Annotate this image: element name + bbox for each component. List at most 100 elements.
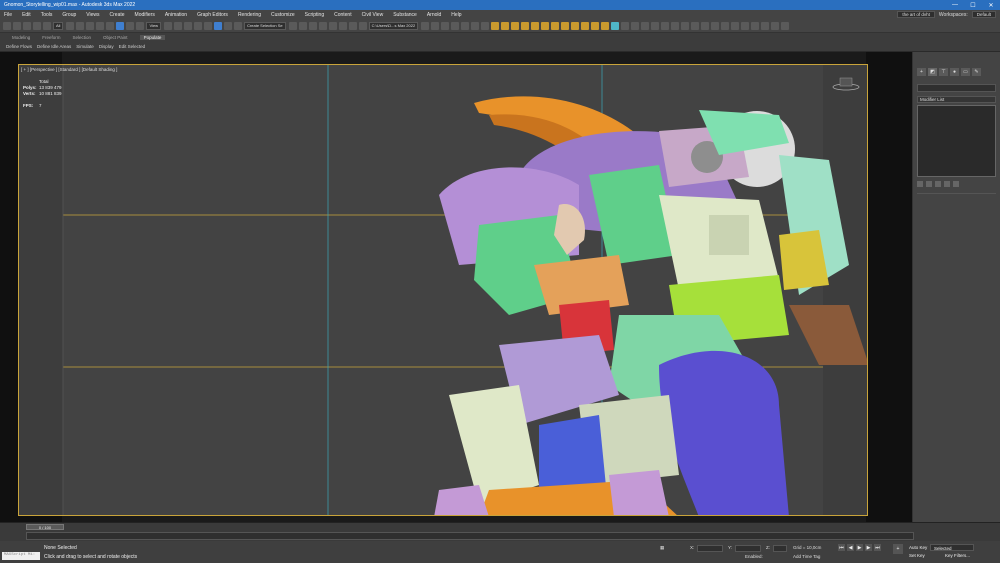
tube-icon[interactable] bbox=[711, 21, 720, 30]
environment-icon[interactable] bbox=[471, 21, 480, 30]
go-to-start-icon[interactable]: ⏮ bbox=[838, 544, 845, 551]
create-tab-icon[interactable]: + bbox=[917, 68, 926, 76]
play-icon[interactable]: ▶ bbox=[856, 544, 863, 551]
selection-filter-dropdown[interactable]: All bbox=[53, 21, 64, 30]
arnold-render-icon[interactable] bbox=[481, 21, 490, 30]
menu-modifiers[interactable]: Modifiers bbox=[135, 12, 155, 18]
workspace-dropdown[interactable]: Default bbox=[971, 11, 996, 18]
motion-tab-icon[interactable]: ● bbox=[950, 68, 959, 76]
render-iterative-icon[interactable] bbox=[451, 21, 460, 30]
plane-icon[interactable] bbox=[671, 21, 680, 30]
tab-freeform[interactable]: Freeform bbox=[42, 35, 60, 40]
region-select-icon[interactable] bbox=[86, 21, 95, 30]
viewport-label[interactable]: [ + ] [Perspective ] [Standard ] [Defaul… bbox=[21, 67, 117, 72]
skylight-icon[interactable] bbox=[591, 21, 600, 30]
layer-explorer-icon[interactable] bbox=[308, 21, 317, 30]
ribbon-edit-selected[interactable]: Edit Selected bbox=[119, 44, 146, 49]
area-light-icon[interactable] bbox=[541, 21, 550, 30]
angle-snap-icon[interactable] bbox=[204, 21, 213, 30]
sphere-icon[interactable] bbox=[641, 21, 650, 30]
menu-file[interactable]: File bbox=[4, 12, 12, 18]
menu-create[interactable]: Create bbox=[110, 12, 125, 18]
tab-object-paint[interactable]: Object Paint bbox=[103, 35, 128, 40]
remove-modifier-icon[interactable] bbox=[944, 181, 950, 187]
omni-light-icon[interactable] bbox=[561, 21, 570, 30]
menu-animation[interactable]: Animation bbox=[165, 12, 187, 18]
box-icon[interactable] bbox=[651, 21, 660, 30]
move-icon[interactable] bbox=[106, 21, 115, 30]
physical-camera-icon[interactable] bbox=[621, 21, 630, 30]
key-filters-button[interactable]: Key Filters... bbox=[942, 552, 973, 559]
menu-civil-view[interactable]: Civil View bbox=[362, 12, 384, 18]
tab-selection[interactable]: Selection bbox=[73, 35, 92, 40]
menu-help[interactable]: Help bbox=[451, 12, 461, 18]
maxscript-listener[interactable]: MAXScript Mi: bbox=[2, 552, 40, 560]
close-button[interactable]: ✕ bbox=[982, 0, 1000, 10]
camera-icon[interactable] bbox=[611, 21, 620, 30]
curve-editor-icon[interactable] bbox=[338, 21, 347, 30]
track-bar[interactable] bbox=[26, 532, 914, 540]
add-time-tag-button[interactable]: Add Time Tag bbox=[793, 554, 820, 559]
schematic-view-icon[interactable] bbox=[348, 21, 357, 30]
helix-shape-icon[interactable] bbox=[781, 21, 790, 30]
project-folder-dropdown[interactable]: C:\Users\D...s Max 2022 bbox=[368, 21, 419, 30]
hierarchy-tab-icon[interactable]: ⊤ bbox=[939, 68, 948, 76]
star-shape-icon[interactable] bbox=[771, 21, 780, 30]
tab-populate[interactable]: Populate bbox=[139, 35, 166, 40]
set-key-button[interactable]: Set Key bbox=[906, 552, 928, 559]
perspective-viewport[interactable]: [ + ] [Perspective ] [Standard ] [Defaul… bbox=[18, 64, 868, 516]
modify-tab-icon[interactable]: ◩ bbox=[928, 68, 937, 76]
utilities-tab-icon[interactable]: ✎ bbox=[972, 68, 981, 76]
menu-content[interactable]: Content bbox=[334, 12, 352, 18]
selected-dropdown[interactable]: Selected bbox=[930, 544, 974, 551]
named-selection-dropdown[interactable]: Create Selection Se bbox=[244, 21, 286, 30]
undo-icon[interactable] bbox=[3, 21, 11, 30]
menu-graph-editors[interactable]: Graph Editors bbox=[197, 12, 228, 18]
menu-scripting[interactable]: Scripting bbox=[305, 12, 324, 18]
viewcube-icon[interactable] bbox=[831, 75, 861, 91]
arnold-light-icon[interactable] bbox=[491, 21, 500, 30]
arnold-skydome-icon[interactable] bbox=[501, 21, 510, 30]
display-tab-icon[interactable]: ▭ bbox=[961, 68, 970, 76]
render-cloud-icon[interactable] bbox=[461, 21, 470, 30]
mirror-icon[interactable] bbox=[288, 21, 297, 30]
cone-icon[interactable] bbox=[691, 21, 700, 30]
light-lister-icon[interactable] bbox=[511, 21, 520, 30]
align-icon[interactable] bbox=[298, 21, 307, 30]
y-coordinate-field[interactable] bbox=[735, 545, 761, 552]
next-frame-icon[interactable]: ▶ bbox=[865, 544, 872, 551]
reference-coordinate-dropdown[interactable]: View bbox=[146, 21, 162, 30]
cylinder-icon[interactable] bbox=[661, 21, 670, 30]
menu-arnold[interactable]: Arnold bbox=[427, 12, 441, 18]
menu-substance[interactable]: Substance bbox=[393, 12, 417, 18]
select-object-icon[interactable] bbox=[66, 21, 75, 30]
place-icon[interactable] bbox=[136, 21, 145, 30]
tab-modeling[interactable]: Modeling bbox=[12, 35, 30, 40]
configure-sets-icon[interactable] bbox=[953, 181, 959, 187]
window-crossing-icon[interactable] bbox=[96, 21, 105, 30]
photometric-light-icon[interactable] bbox=[521, 21, 530, 30]
render-setup-icon[interactable] bbox=[421, 21, 430, 30]
show-end-result-icon[interactable] bbox=[926, 181, 932, 187]
isolate-selection-icon[interactable]: ▦ bbox=[660, 545, 664, 551]
scene-render[interactable] bbox=[19, 65, 868, 516]
minimize-button[interactable]: — bbox=[946, 0, 964, 10]
unlink-icon[interactable] bbox=[33, 21, 41, 30]
menu-tools[interactable]: Tools bbox=[41, 12, 53, 18]
bind-spacewarp-icon[interactable] bbox=[43, 21, 51, 30]
teapot-icon[interactable] bbox=[631, 21, 640, 30]
spot-light-icon[interactable] bbox=[551, 21, 560, 30]
modifier-stack[interactable] bbox=[917, 105, 996, 177]
go-to-end-icon[interactable]: ⏭ bbox=[874, 544, 881, 551]
select-manipulate-icon[interactable] bbox=[174, 21, 183, 30]
pivot-center-icon[interactable] bbox=[164, 21, 173, 30]
previous-frame-icon[interactable]: ◀ bbox=[847, 544, 854, 551]
text-shape-icon[interactable] bbox=[731, 21, 740, 30]
line-shape-icon[interactable] bbox=[741, 21, 750, 30]
x-coordinate-field[interactable] bbox=[697, 545, 723, 552]
ribbon-define-flows[interactable]: Define Flows bbox=[6, 44, 32, 49]
z-coordinate-field[interactable] bbox=[773, 545, 787, 552]
make-unique-icon[interactable] bbox=[935, 181, 941, 187]
select-by-name-icon[interactable] bbox=[76, 21, 85, 30]
material-editor-icon[interactable] bbox=[358, 21, 367, 30]
